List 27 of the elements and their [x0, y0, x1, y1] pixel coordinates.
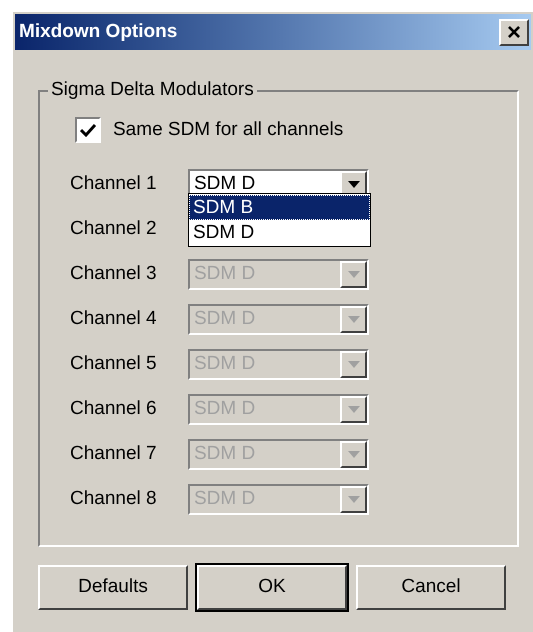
caret-icon — [348, 270, 360, 278]
channel-label: Channel 7 — [70, 442, 158, 466]
dropdown-value: SDM D — [193, 172, 256, 196]
dialog-button[interactable]: Defaults — [38, 565, 188, 610]
channel-label: Channel 1 — [70, 172, 158, 196]
dialog-button[interactable]: OK — [197, 565, 347, 610]
channel-label: Channel 4 — [70, 306, 158, 331]
checkbox[interactable] — [75, 117, 101, 144]
channel-label: Channel 8 — [70, 486, 158, 511]
close-button[interactable]: × — [499, 18, 529, 46]
checkmark-icon — [80, 123, 96, 138]
dropdown-option[interactable]: SDM D — [189, 220, 370, 244]
caret-icon — [348, 180, 360, 188]
caret-icon — [348, 496, 360, 502]
channel-label: Channel 6 — [70, 396, 158, 421]
channel-label: Channel 3 — [70, 262, 158, 286]
dialog-button[interactable]: Cancel — [356, 565, 506, 610]
caret-icon — [348, 450, 360, 458]
window-title: Mixdown Options — [19, 20, 178, 44]
caret-icon — [348, 360, 360, 368]
channel-label: Channel 5 — [70, 352, 158, 376]
caret-icon — [348, 316, 360, 322]
checkbox-label: Same SDM for all channels — [113, 118, 344, 142]
group-title: Sigma Delta Modulators — [48, 78, 257, 102]
caret-icon — [348, 406, 360, 412]
dropdown-option[interactable]: SDM B — [189, 194, 370, 220]
channel-label: Channel 2 — [70, 216, 158, 241]
